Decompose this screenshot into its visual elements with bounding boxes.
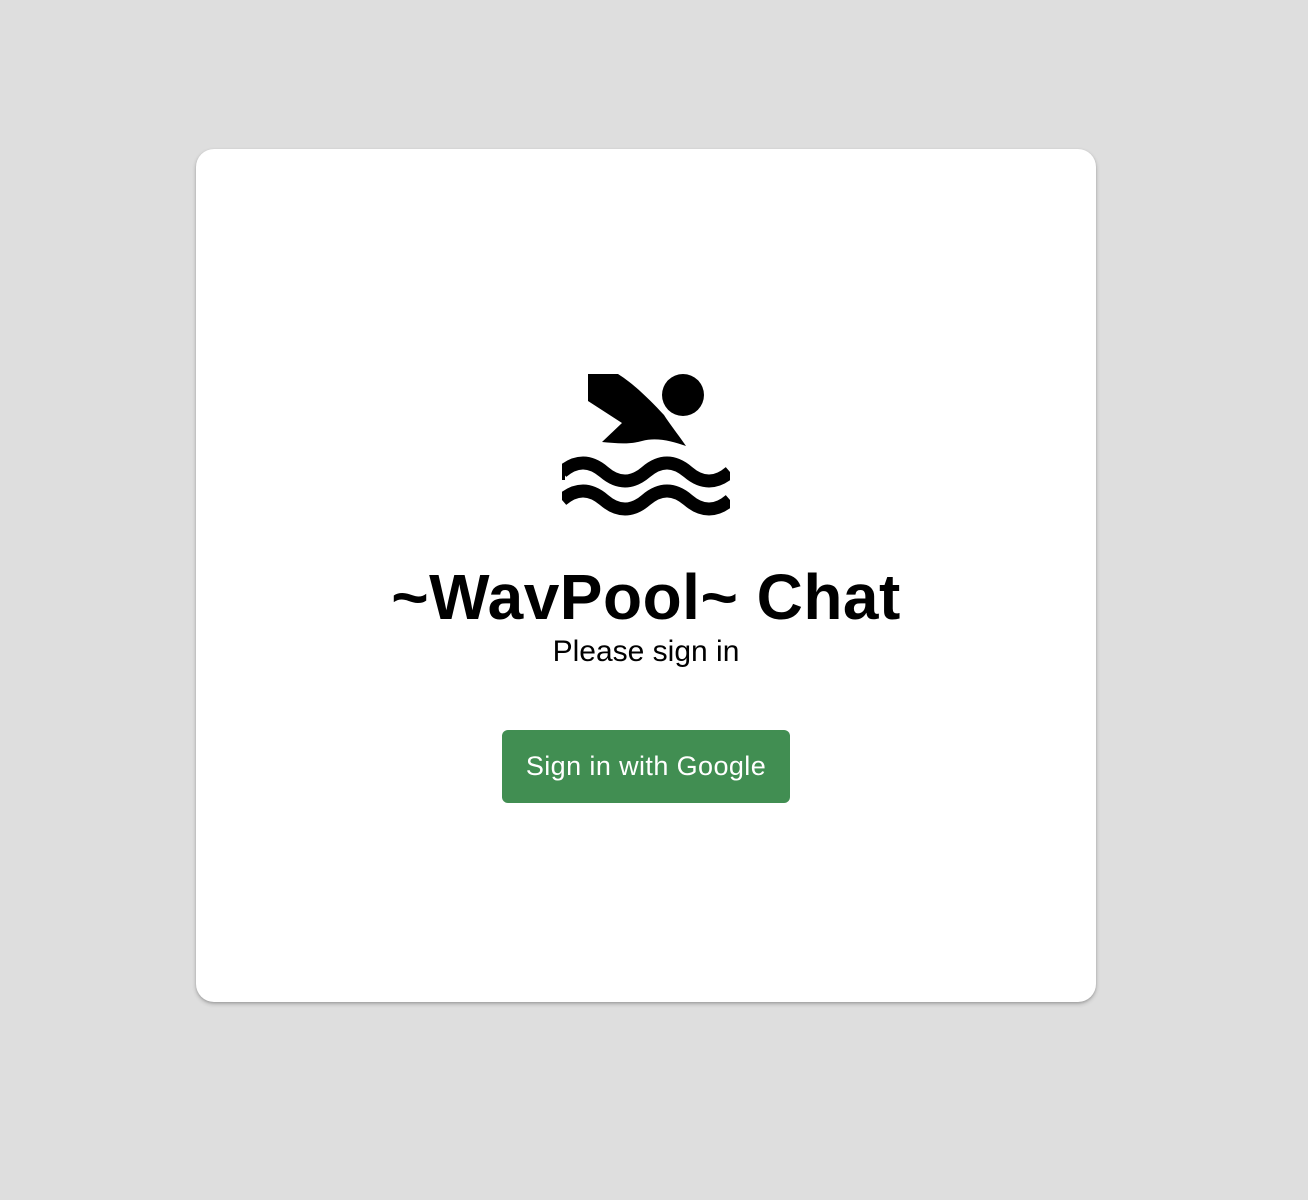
swimmer-icon [562,374,730,524]
app-title: ~WavPool~ Chat [391,561,901,633]
google-sign-in-button[interactable]: Sign in with Google [502,730,790,803]
sign-in-prompt: Please sign in [552,635,740,668]
login-card: ~WavPool~ Chat Please sign in Sign in wi… [196,149,1096,1002]
